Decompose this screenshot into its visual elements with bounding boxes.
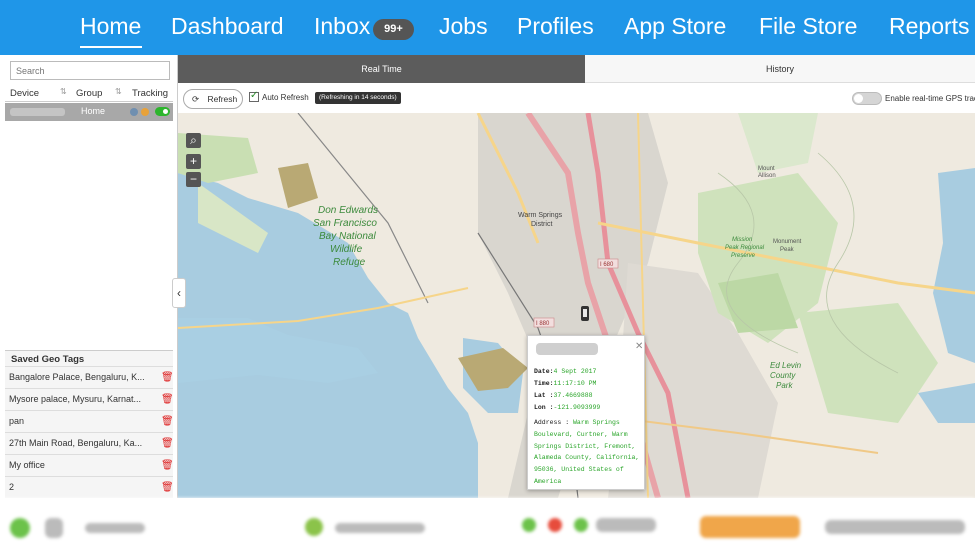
column-device[interactable]: Device (10, 88, 39, 99)
nav-app-store[interactable]: App Store (624, 13, 726, 40)
device-sidebar: Device ⇅ Group ⇅ Tracking Home Saved Geo… (0, 55, 178, 498)
svg-text:District: District (531, 221, 552, 228)
gps-tracking-label: Enable real-time GPS trac (885, 94, 975, 103)
svg-text:Preserve: Preserve (731, 253, 756, 259)
delete-icon[interactable]: 🗑 (161, 482, 174, 493)
tab-real-time[interactable]: Real Time (178, 55, 585, 83)
popup-date: Date:4 Sept 2017 (534, 368, 597, 375)
geo-tag-item[interactable]: 27th Main Road, Bengaluru, Ka... 🗑 (5, 432, 174, 454)
nav-jobs[interactable]: Jobs (439, 13, 488, 40)
nav-reports[interactable]: Reports (889, 13, 970, 40)
popup-lat: Lat :37.4669888 (534, 392, 593, 399)
delete-icon[interactable]: 🗑 (161, 394, 174, 405)
map-toolbar: ⟳ Refresh Auto Refresh (Refreshing in 14… (178, 83, 975, 113)
refresh-button[interactable]: ⟳ Refresh (183, 89, 243, 109)
blurred-device-row (0, 498, 975, 553)
geo-tag-item[interactable]: Bangalore Palace, Bengaluru, K... 🗑 (5, 366, 174, 388)
svg-text:San Francisco: San Francisco (313, 218, 377, 229)
geo-tag-label: pan (9, 416, 25, 426)
geo-tag-item[interactable]: My office 🗑 (5, 454, 174, 476)
svg-text:Peak: Peak (780, 247, 795, 253)
auto-refresh-checkbox[interactable] (249, 90, 259, 102)
geo-tag-label: Bangalore Palace, Bengaluru, K... (9, 372, 145, 382)
svg-text:Wildlife: Wildlife (330, 244, 363, 255)
map-label-mission-peak: Mission (732, 237, 753, 243)
map-label-i680: I 680 (600, 262, 614, 268)
geo-tag-label: 27th Main Road, Bengaluru, Ka... (9, 438, 143, 448)
device-row[interactable]: Home (5, 103, 173, 121)
map-label-refuge: Don Edwards (318, 205, 378, 216)
svg-text:County: County (770, 371, 796, 380)
zoom-in-button[interactable]: + (186, 154, 201, 169)
map-label-monument-peak: Monument (773, 239, 802, 245)
geo-tag-item[interactable]: Mysore palace, Mysuru, Karnat... 🗑 (5, 388, 174, 410)
nav-dashboard[interactable]: Dashboard (171, 13, 284, 40)
delete-icon[interactable]: 🗑 (161, 460, 174, 471)
sort-icon[interactable]: ⇅ (60, 87, 67, 96)
map-label-mount-allison: Mount (758, 166, 775, 172)
popup-address: Address : Warm Springs Boulevard, Curtne… (534, 419, 640, 485)
saved-geo-tags-title: Saved Geo Tags (11, 354, 85, 365)
map-label-warm-springs: Warm Springs (518, 212, 563, 219)
device-location-marker[interactable] (581, 306, 589, 321)
location-info-popup: ✕ Date:4 Sept 2017 Time:11:17:10 PM Lat … (527, 335, 645, 490)
nav-profiles[interactable]: Profiles (517, 13, 594, 40)
active-tab-indicator (80, 46, 142, 48)
auto-refresh-label: Auto Refresh (262, 93, 309, 102)
svg-text:Bay National: Bay National (319, 231, 376, 242)
svg-text:Refuge: Refuge (333, 257, 366, 268)
map-label-ed-levin: Ed Levin (770, 361, 802, 370)
column-tracking[interactable]: Tracking (132, 88, 168, 99)
tracking-toggle[interactable] (155, 107, 170, 116)
tab-history[interactable]: History (585, 55, 975, 83)
divider (5, 101, 173, 102)
svg-text:Allison: Allison (758, 173, 776, 179)
status-icon (10, 518, 30, 538)
device-icon (45, 518, 63, 538)
gps-tracking-toggle[interactable] (852, 92, 882, 105)
nav-home[interactable]: Home (80, 13, 141, 40)
geo-tag-label: 2 (9, 482, 15, 492)
nav-inbox[interactable]: Inbox (314, 13, 370, 40)
popup-lon: Lon :-121.9093999 (534, 404, 601, 411)
top-navigation: Home Dashboard Inbox 99+ Jobs Profiles A… (0, 0, 975, 55)
search-input[interactable] (10, 61, 170, 80)
online-status-icon (130, 108, 138, 116)
refresh-countdown-badge: (Refreshing in 14 seconds) (315, 92, 401, 104)
geo-tag-label: Mysore palace, Mysuru, Karnat... (9, 394, 142, 404)
delete-icon[interactable]: 🗑 (161, 372, 174, 383)
inbox-count-badge: 99+ (373, 19, 414, 40)
popup-time: Time:11:17:10 PM (534, 380, 597, 387)
geo-tag-item[interactable]: pan 🗑 (5, 410, 174, 432)
device-name-blurred (10, 108, 65, 116)
nav-file-store[interactable]: File Store (759, 13, 857, 40)
device-name-blurred (536, 343, 598, 355)
map-label-i880: I 880 (536, 321, 550, 327)
refresh-label: Refresh (207, 94, 238, 104)
sort-icon[interactable]: ⇅ (115, 87, 122, 96)
svg-text:Park: Park (776, 381, 793, 390)
refresh-icon: ⟳ (192, 94, 200, 104)
column-group[interactable]: Group (76, 88, 102, 99)
battery-icon (141, 108, 149, 116)
close-icon[interactable]: ✕ (635, 341, 643, 352)
view-tabs: Real Time History (178, 55, 975, 89)
geo-tag-label: My office (9, 460, 45, 470)
delete-icon[interactable]: 🗑 (161, 416, 174, 427)
svg-text:Peak Regional: Peak Regional (725, 245, 765, 251)
device-group: Home (81, 106, 106, 116)
search-map-icon[interactable]: ⌕ (186, 133, 201, 148)
collapse-sidebar-chevron-icon[interactable]: ‹ (172, 278, 186, 308)
geo-tag-item[interactable]: 2 🗑 (5, 476, 174, 498)
saved-geo-tags-panel: Saved Geo Tags Bangalore Palace, Bengalu… (5, 350, 174, 498)
delete-icon[interactable]: 🗑 (161, 438, 174, 449)
zoom-out-button[interactable]: − (186, 172, 201, 187)
